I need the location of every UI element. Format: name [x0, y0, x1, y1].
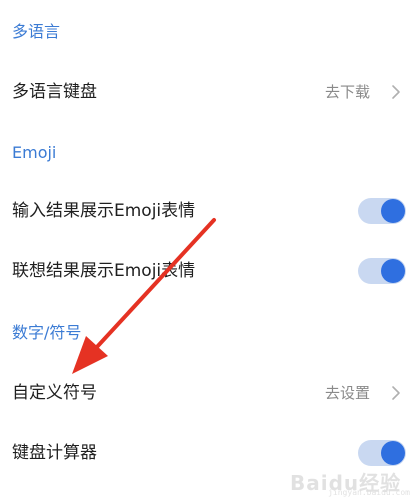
- watermark-sub: jingyan.baidu.com: [328, 488, 410, 497]
- toggle-knob: [381, 199, 405, 223]
- keyboard-calculator-toggle[interactable]: [358, 440, 406, 466]
- row-label: 键盘计算器: [12, 443, 97, 463]
- row-label: 联想结果展示Emoji表情: [12, 261, 196, 281]
- chevron-right-icon: [392, 85, 400, 99]
- row-label: 多语言键盘: [12, 82, 97, 102]
- section-header-number-symbol: 数字/符号: [12, 323, 82, 342]
- toggle-knob: [381, 441, 405, 465]
- suggestion-emoji-toggle[interactable]: [358, 258, 406, 284]
- settings-link[interactable]: 去设置: [325, 383, 370, 403]
- row-custom-symbols[interactable]: 自定义符号 去设置: [0, 363, 416, 423]
- toggle-knob: [381, 259, 405, 283]
- section-header-emoji: Emoji: [12, 143, 57, 162]
- row-label: 自定义符号: [12, 383, 97, 403]
- input-emoji-toggle[interactable]: [358, 198, 406, 224]
- settings-screen: 多语言 多语言键盘 去下载 Emoji 输入结果展示Emoji表情 联想结果展示…: [0, 0, 416, 499]
- download-link[interactable]: 去下载: [325, 82, 370, 102]
- section-header-multilanguage: 多语言: [12, 22, 61, 41]
- row-suggestion-emoji: 联想结果展示Emoji表情: [0, 241, 416, 301]
- row-label: 输入结果展示Emoji表情: [12, 201, 196, 221]
- row-multilanguage-keyboard[interactable]: 多语言键盘 去下载: [0, 62, 416, 122]
- chevron-right-icon: [392, 386, 400, 400]
- baidu-watermark: Baidu经验 jingyan.baidu.com: [290, 465, 410, 497]
- row-input-emoji: 输入结果展示Emoji表情: [0, 181, 416, 241]
